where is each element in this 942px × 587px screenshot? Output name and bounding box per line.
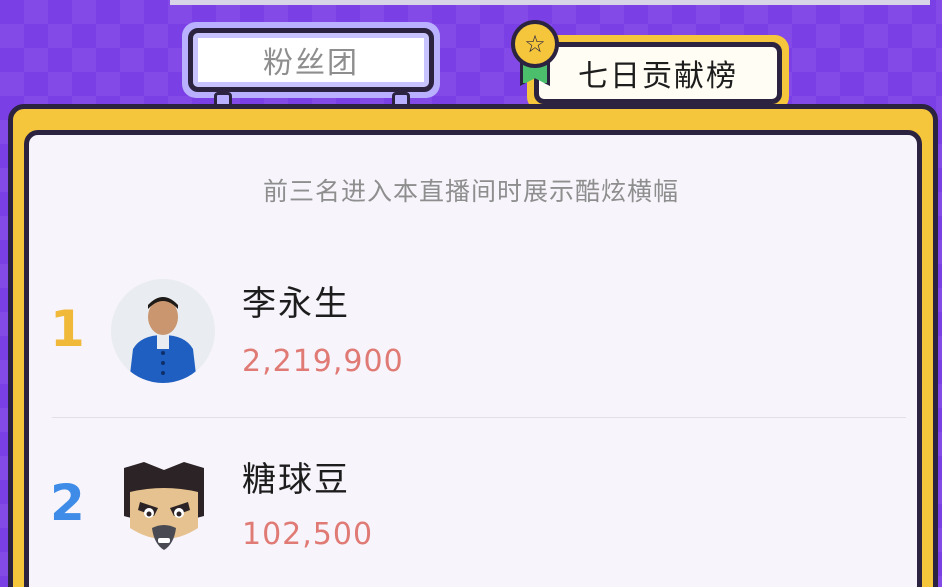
contributor-name: 李永生	[242, 284, 350, 324]
rank-number-2: 2	[50, 474, 85, 532]
rank-number-1: 1	[50, 300, 85, 358]
cartoon-face-icon	[124, 462, 204, 550]
ranking-subtitle: 前三名进入本直播间时展示酷炫横幅	[262, 177, 679, 206]
avatar[interactable]	[111, 279, 215, 383]
tab-fans[interactable]: 粉丝团	[188, 28, 434, 92]
tab-seven-day-ranking[interactable]: 七日贡献榜	[534, 42, 782, 104]
avatar[interactable]	[118, 458, 210, 558]
contribution-ranking-page: 粉丝团 七日贡献榜 ☆ 前三名进入本直播间时展示酷炫横幅 1 李永生 2,219…	[0, 0, 942, 587]
divider	[52, 417, 906, 418]
contribution-score: 2,219,900	[242, 344, 404, 379]
star-icon: ☆	[511, 20, 559, 68]
contributor-name: 糖球豆	[242, 460, 350, 500]
top-strip	[170, 0, 930, 5]
user-photo-icon	[111, 279, 215, 383]
contribution-score: 102,500	[242, 517, 374, 552]
